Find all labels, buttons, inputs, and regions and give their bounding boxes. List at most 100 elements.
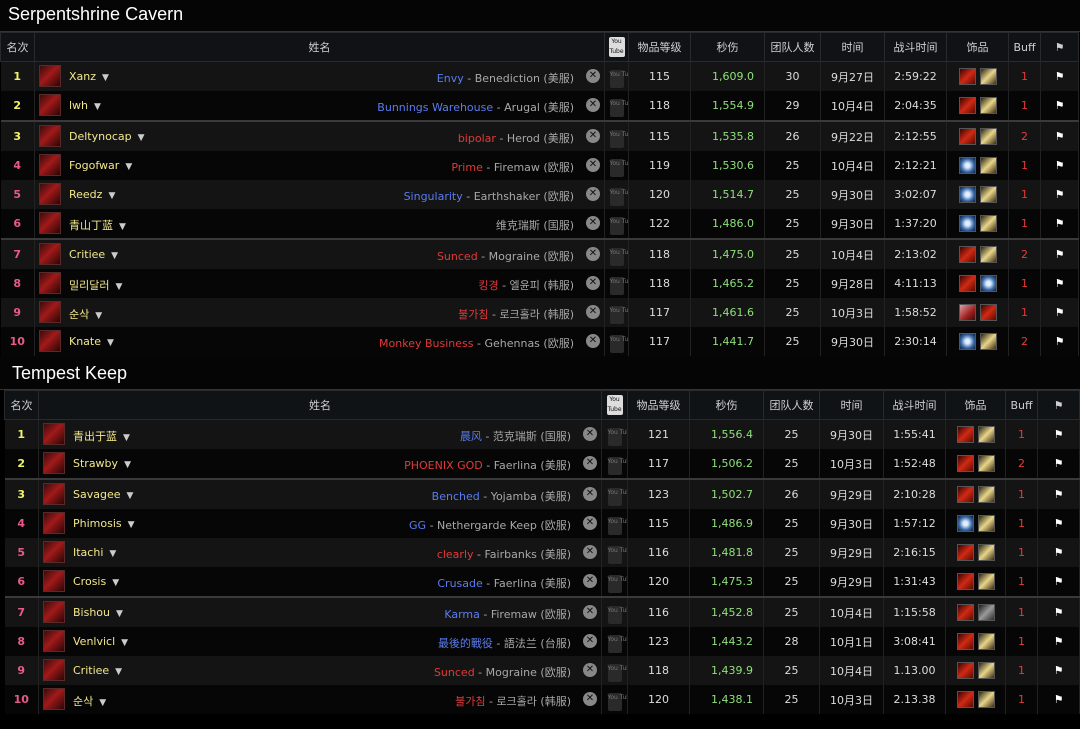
chevron-down-icon[interactable]: ▼ [94, 102, 101, 112]
flag-icon[interactable]: ⚑ [1040, 91, 1079, 121]
trinket-icon[interactable] [979, 246, 997, 263]
close-icon[interactable]: ✕ [583, 545, 597, 559]
guild-name[interactable]: Benched [432, 490, 480, 503]
trinket-icon[interactable] [977, 662, 995, 679]
trinket-icon[interactable] [958, 333, 976, 350]
class-avatar-icon[interactable] [39, 94, 61, 116]
close-icon[interactable]: ✕ [583, 516, 597, 530]
class-avatar-icon[interactable] [43, 570, 65, 592]
class-avatar-icon[interactable] [43, 630, 65, 652]
class-avatar-icon[interactable] [43, 512, 65, 534]
trinket-icon[interactable] [958, 246, 976, 263]
trinket-icon[interactable] [977, 515, 995, 532]
flag-icon[interactable]: ⚑ [1037, 478, 1080, 509]
guild-name[interactable]: Sunced [434, 666, 475, 679]
chevron-down-icon[interactable]: ▼ [115, 667, 122, 677]
flag-icon[interactable]: ⚑ [1040, 180, 1079, 209]
flag-icon[interactable]: ⚑ [1040, 120, 1079, 151]
class-avatar-icon[interactable] [39, 301, 61, 323]
chevron-down-icon[interactable]: ▼ [107, 338, 114, 348]
close-icon[interactable]: ✕ [586, 187, 600, 201]
table-row[interactable]: 9 Critiee ▼ Sunced - Mograine (欧服) ✕ You Tube… [4, 656, 1080, 685]
trinket-icon[interactable] [979, 333, 997, 350]
chevron-down-icon[interactable]: ▼ [111, 251, 118, 261]
youtube-icon[interactable]: You Tube [607, 663, 627, 682]
col-header-youtube[interactable]: You Tube [604, 32, 629, 62]
guild-name[interactable]: bipolar [458, 132, 496, 145]
player-name[interactable]: Venlvicl ▼ [73, 635, 128, 648]
class-avatar-icon[interactable] [43, 483, 65, 505]
flag-icon[interactable]: ⚑ [1037, 627, 1080, 656]
trinket-icon[interactable] [956, 455, 974, 472]
trinket-icon[interactable] [958, 157, 976, 174]
chevron-down-icon[interactable]: ▼ [119, 222, 126, 232]
guild-name[interactable]: Bunnings Warehouse [377, 101, 493, 114]
flag-icon[interactable]: ⚑ [1037, 419, 1080, 449]
close-icon[interactable]: ✕ [586, 158, 600, 172]
player-name-text[interactable]: Critiee [69, 248, 105, 261]
player-name-text[interactable]: Itachi [73, 546, 103, 559]
trinket-icon[interactable] [956, 515, 974, 532]
player-name[interactable]: Phimosis ▼ [73, 517, 135, 530]
trinket-icon[interactable] [979, 68, 997, 85]
player-name[interactable]: Reedz ▼ [69, 188, 115, 201]
trinket-icon[interactable] [956, 544, 974, 561]
player-name[interactable]: Crosis ▼ [73, 575, 119, 588]
guild-name[interactable]: Prime [451, 161, 483, 174]
youtube-icon[interactable]: You Tube [607, 634, 627, 653]
youtube-icon[interactable]: You Tube [607, 605, 627, 624]
class-avatar-icon[interactable] [43, 688, 65, 710]
col-header-rank[interactable]: 名次 [4, 390, 39, 420]
table-row[interactable]: 7 Bishou ▼ Karma - Firemaw (欧服) ✕ You Tube116… [4, 596, 1080, 627]
class-avatar-icon[interactable] [43, 423, 65, 445]
chevron-down-icon[interactable]: ▼ [123, 433, 130, 443]
chevron-down-icon[interactable]: ▼ [121, 638, 128, 648]
player-name-text[interactable]: Bishou [73, 606, 110, 619]
trinket-icon[interactable] [958, 215, 976, 232]
table-row[interactable]: 10순삭▼불가침 - 로크홀라 (韩服)✕You Tube1201,438.12… [4, 685, 1080, 714]
flag-icon[interactable]: ⚑ [1040, 151, 1079, 180]
col-header-rank[interactable]: 名次 [0, 32, 35, 62]
class-avatar-icon[interactable] [39, 183, 61, 205]
trinket-icon[interactable] [958, 304, 976, 321]
col-header-dps[interactable]: 秒伤 [690, 32, 765, 62]
trinket-icon[interactable] [956, 604, 974, 621]
chevron-down-icon[interactable]: ▼ [116, 609, 123, 619]
trinket-icon[interactable] [979, 128, 997, 145]
youtube-icon[interactable]: You Tube [609, 305, 628, 324]
flag-icon[interactable]: ⚑ [1040, 209, 1079, 239]
player-name[interactable]: Critiee ▼ [73, 664, 122, 677]
player-name[interactable]: Deltynocap ▼ [69, 130, 145, 143]
player-name-text[interactable]: 순삭 [73, 695, 93, 708]
col-header-fight[interactable]: 战斗时间 [883, 390, 946, 420]
trinket-icon[interactable] [977, 573, 995, 590]
player-name-text[interactable]: 青山丁蓝 [69, 219, 113, 232]
close-icon[interactable]: ✕ [586, 129, 600, 143]
trinket-icon[interactable] [977, 691, 995, 708]
col-header-size[interactable]: 团队人数 [763, 390, 820, 420]
table-row[interactable]: 7 Critiee ▼ Sunced - Mograine (欧服) ✕ You Tube… [0, 238, 1079, 269]
guild-name[interactable]: 最後的戰役 [438, 637, 493, 650]
trinket-icon[interactable] [956, 662, 974, 679]
table-row[interactable]: 8 Venlvicl ▼ 最後的戰役 - 語法兰 (台服) ✕ You Tube1231,… [4, 627, 1080, 656]
table-row[interactable]: 8 밀리달러 ▼ 킹경 - 엘윤피 (韩服) ✕ You Tube1181,465.225… [0, 269, 1079, 298]
col-header-buff[interactable]: Buff [1005, 390, 1038, 420]
chevron-down-icon[interactable]: ▼ [125, 162, 132, 172]
class-avatar-icon[interactable] [39, 272, 61, 294]
table-row[interactable]: 10 Knate ▼ Monkey Business - Gehennas (欧服) ✕… [0, 327, 1079, 356]
player-name[interactable]: 밀리달러 ▼ [69, 277, 122, 293]
flag-icon[interactable]: ⚑ [1037, 685, 1080, 714]
youtube-icon[interactable]: You Tube [607, 487, 627, 506]
class-avatar-icon[interactable] [39, 330, 61, 352]
table-row[interactable]: 9 순삭 ▼ 불가침 - 로크홀라 (韩服) ✕ You Tube1171,461.625… [0, 298, 1079, 327]
player-name[interactable]: lwh ▼ [69, 99, 101, 112]
table-row[interactable]: 1Xanz▼Envy - Benediction (美服)✕You Tube11… [0, 61, 1079, 91]
youtube-icon[interactable]: You Tube [609, 187, 628, 206]
col-header-date[interactable]: 时间 [820, 32, 885, 62]
player-name[interactable]: Knate ▼ [69, 335, 114, 348]
table-row[interactable]: 2 Strawby ▼ PHOENIX GOD - Faerlina (美服) ✕ You… [4, 449, 1080, 479]
trinket-icon[interactable] [956, 573, 974, 590]
close-icon[interactable]: ✕ [586, 69, 600, 83]
guild-name[interactable]: Singularity [404, 190, 463, 203]
guild-name[interactable]: Crusade [437, 577, 482, 590]
